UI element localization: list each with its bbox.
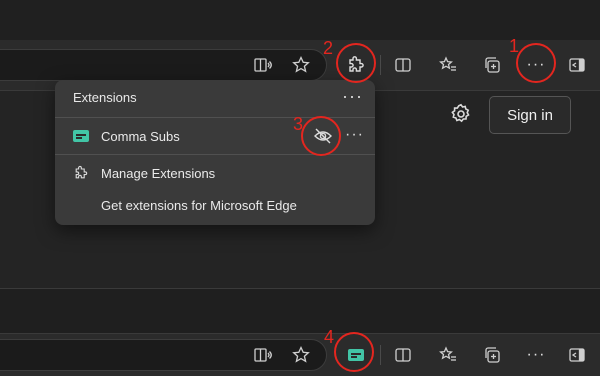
manage-extensions-item[interactable]: Manage Extensions <box>55 155 375 191</box>
annotation-number: 4 <box>324 327 335 347</box>
annotation-number: 2 <box>323 38 334 58</box>
collections-icon[interactable] <box>476 48 510 82</box>
extensions-menu-title: Extensions <box>73 90 137 105</box>
favorites-list-icon[interactable] <box>431 338 465 372</box>
manage-extensions-label: Manage Extensions <box>101 165 216 181</box>
annotation-circle <box>516 43 556 83</box>
read-aloud-icon[interactable] <box>246 338 280 372</box>
tab-strip <box>0 0 600 40</box>
annotation-circle <box>301 116 341 156</box>
extensions-menu-more-button[interactable]: ··· <box>342 86 363 107</box>
collections-icon[interactable] <box>476 338 510 372</box>
annotation-circle <box>334 332 374 372</box>
get-extensions-label: Get extensions for Microsoft Edge <box>101 197 297 213</box>
favorites-list-icon[interactable] <box>431 48 465 82</box>
favorite-star-icon[interactable] <box>284 338 318 372</box>
extension-item-more-button[interactable]: ··· <box>345 126 364 144</box>
sidebar-toggle-icon[interactable] <box>560 338 594 372</box>
puzzle-icon <box>73 165 89 186</box>
toolbar-separator <box>380 345 381 365</box>
read-aloud-icon[interactable] <box>246 48 280 82</box>
browser-toolbar: ··· <box>0 333 600 376</box>
get-extensions-item[interactable]: Get extensions for Microsoft Edge <box>55 187 375 223</box>
sign-in-button[interactable]: Sign in <box>489 96 571 134</box>
extension-item-label: Comma Subs <box>101 128 180 144</box>
toolbar-separator <box>380 55 381 75</box>
settings-and-more-button[interactable]: ··· <box>519 338 553 372</box>
comma-subs-extension-icon <box>73 130 89 142</box>
settings-gear-icon[interactable] <box>449 102 473 126</box>
split-screen-icon[interactable] <box>386 48 420 82</box>
favorite-star-icon[interactable] <box>284 48 318 82</box>
sidebar-toggle-icon[interactable] <box>560 48 594 82</box>
annotation-circle <box>336 43 376 83</box>
tab-strip <box>0 288 600 334</box>
split-screen-icon[interactable] <box>386 338 420 372</box>
